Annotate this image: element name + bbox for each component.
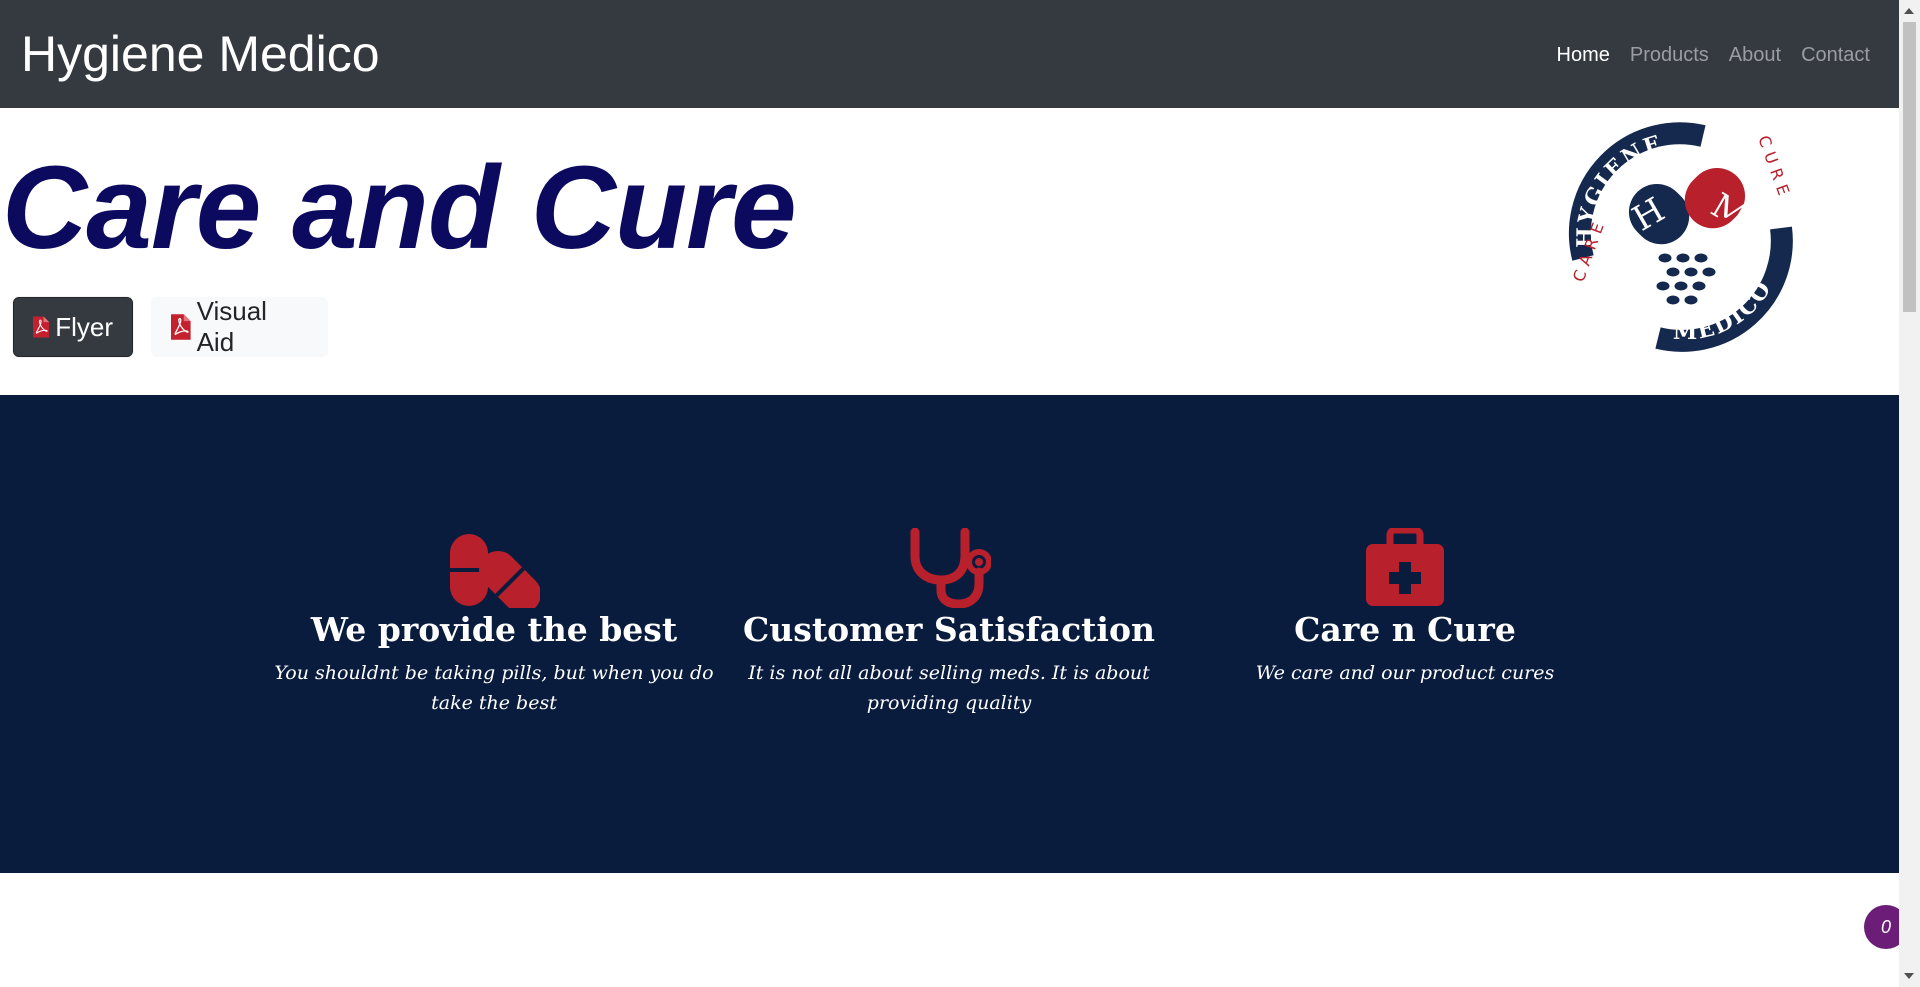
scroll-up-arrow-icon[interactable] [1904, 8, 1914, 14]
visual-aid-button[interactable]: Visual Aid [151, 296, 328, 357]
hero-section: Care and Cure Flyer Visual Aid HYGIENE M… [0, 108, 1899, 395]
medkit-icon [1366, 528, 1444, 606]
nav-links: Home Products About Contact [1557, 42, 1871, 68]
feature-text: You shouldnt be taking pills, but when y… [274, 662, 714, 714]
stethoscope-icon [910, 528, 991, 608]
pdf-file-icon [33, 316, 50, 338]
nav-link-contact[interactable]: Contact [1801, 42, 1870, 68]
navbar: Hygiene Medico Home Products About Conta… [0, 0, 1899, 108]
logo-ring-bottom-text: MEDICO [1673, 276, 1775, 345]
scrollbar-thumb[interactable] [1903, 22, 1916, 312]
vertical-scrollbar[interactable] [1899, 0, 1920, 987]
feature-title: Care n Cure [1294, 610, 1516, 649]
hygiene-medico-logo: HYGIENE MEDICO H M CARE CURE [1569, 122, 1795, 352]
feature-text: It is not all about selling meds. It is … [748, 662, 1150, 714]
features-section: We provide the best You shouldnt be taki… [0, 395, 1899, 873]
logo-cure-text: CURE [1754, 133, 1795, 204]
scroll-down-arrow-icon[interactable] [1904, 973, 1914, 979]
svg-text:MEDICO: MEDICO [1673, 276, 1777, 345]
flyer-button-label: Flyer [55, 311, 113, 342]
page: Hygiene Medico Home Products About Conta… [0, 0, 1899, 987]
brand-link[interactable]: Hygiene Medico [21, 24, 380, 84]
feature-best: We provide the best You shouldnt be taki… [274, 528, 714, 718]
feature-satisfaction: Customer Satisfaction It is not all abou… [729, 528, 1169, 718]
feature-care: Care n Cure We care and our product cure… [1185, 528, 1625, 688]
feature-text: We care and our product cures [1255, 662, 1555, 684]
flyer-button[interactable]: Flyer [13, 297, 133, 357]
visual-aid-button-label: Visual Aid [196, 296, 267, 357]
notification-badge[interactable]: 0 [1864, 905, 1899, 949]
nav-link-about[interactable]: About [1729, 42, 1781, 68]
pills-icon [450, 534, 540, 608]
feature-title: We provide the best [310, 610, 678, 649]
hero-title: Care and Cure [2, 142, 797, 274]
pdf-file-icon [171, 314, 191, 340]
feature-title: Customer Satisfaction [743, 610, 1155, 649]
nav-link-products[interactable]: Products [1630, 42, 1709, 68]
nav-link-home[interactable]: Home [1557, 42, 1610, 68]
